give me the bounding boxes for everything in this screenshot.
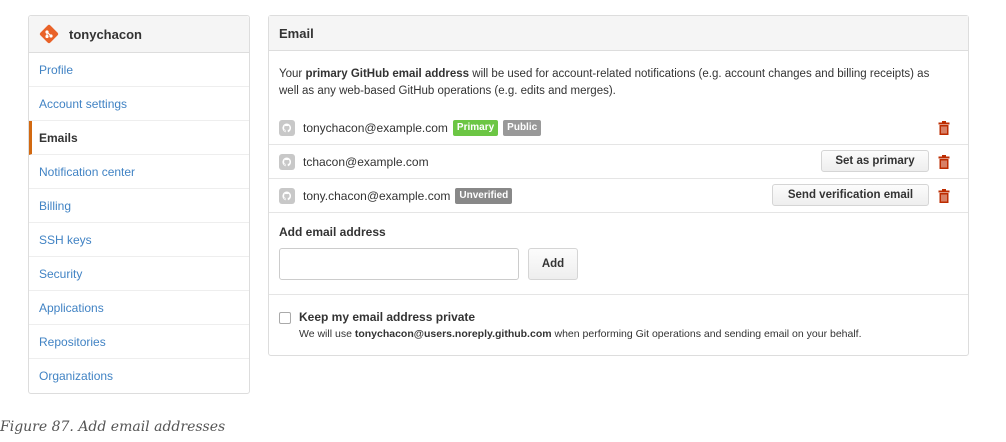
sidebar-item-profile[interactable]: Profile: [29, 53, 249, 87]
avatar-icon: [279, 187, 295, 204]
sidebar-username: tonychacon: [69, 26, 142, 42]
sidebar-item-account-settings[interactable]: Account settings: [29, 87, 249, 121]
add-email-input[interactable]: [279, 248, 519, 280]
primary-badge: Primary: [452, 119, 499, 136]
send-verification-email-button[interactable]: Send verification email: [772, 184, 929, 206]
sidebar-item-billing[interactable]: Billing: [29, 189, 249, 223]
sidebar-header: tonychacon: [29, 16, 249, 53]
git-logo-icon: [39, 24, 59, 44]
email-row: tchacon@example.com Set as primary: [269, 145, 968, 179]
add-email-label: Add email address: [279, 225, 386, 239]
add-email-button[interactable]: Add: [528, 248, 578, 280]
email-address: tchacon@example.com: [303, 154, 429, 169]
sidebar-item-emails[interactable]: Emails: [29, 121, 249, 155]
note-before: We will use: [299, 328, 355, 340]
note-after: when performing Git operations and sendi…: [551, 328, 862, 340]
unverified-badge: Unverified: [455, 187, 513, 204]
set-as-primary-button[interactable]: Set as primary: [821, 150, 929, 172]
trash-icon[interactable]: [938, 155, 950, 169]
email-row: tonychacon@example.com Primary Public: [269, 111, 968, 145]
noreply-address: tonychacon@users.noreply.github.com: [354, 328, 552, 340]
figure-caption: Figure 87. Add email addresses: [0, 419, 226, 435]
intro-bold: primary GitHub email address: [305, 68, 470, 80]
email-intro-text: Your primary GitHub email address will b…: [279, 66, 949, 100]
sidebar-item-applications[interactable]: Applications: [29, 291, 249, 325]
email-address: tony.chacon@example.com: [303, 188, 451, 203]
sidebar-item-organizations[interactable]: Organizations: [29, 359, 249, 393]
keep-email-private-label: Keep my email address private: [299, 310, 476, 324]
sidebar-item-ssh-keys[interactable]: SSH keys: [29, 223, 249, 257]
email-row: tony.chacon@example.com Unverified Send …: [269, 179, 968, 213]
email-panel: Email Your primary GitHub email address …: [268, 15, 969, 356]
email-address: tonychacon@example.com: [303, 120, 448, 135]
panel-title: Email: [269, 16, 968, 51]
sidebar-item-repositories[interactable]: Repositories: [29, 325, 249, 359]
divider: [269, 294, 968, 295]
keep-email-private-checkbox[interactable]: [279, 312, 291, 324]
sidebar-item-notification-center[interactable]: Notification center: [29, 155, 249, 189]
public-badge: Public: [503, 119, 542, 136]
settings-sidebar: tonychacon Profile Account settings Emai…: [28, 15, 250, 394]
private-email-note: We will use tonychacon@users.noreply.git…: [299, 328, 862, 340]
intro-before: Your: [279, 68, 306, 80]
avatar-icon: [279, 153, 295, 170]
avatar-icon: [279, 119, 295, 136]
trash-icon[interactable]: [938, 121, 950, 135]
trash-icon[interactable]: [938, 189, 950, 203]
sidebar-item-security[interactable]: Security: [29, 257, 249, 291]
